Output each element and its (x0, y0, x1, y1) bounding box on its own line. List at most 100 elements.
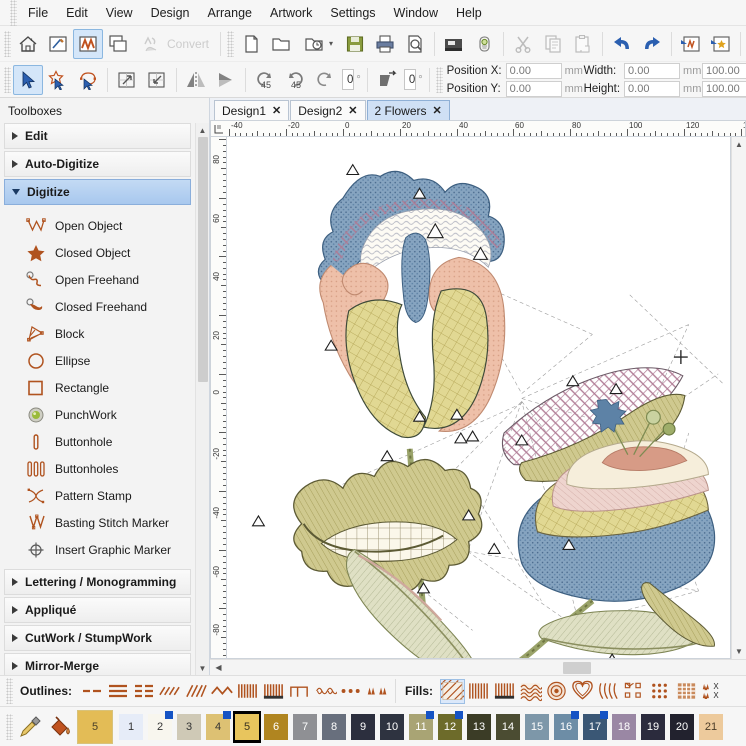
scale-up-icon[interactable] (112, 65, 142, 95)
palette-grip[interactable] (6, 714, 13, 740)
menu-item-file[interactable]: File (19, 2, 57, 24)
scale-down-icon[interactable] (142, 65, 172, 95)
spiral-fill-icon[interactable] (570, 679, 595, 704)
toolbox-section-lettering[interactable]: Lettering / Monogramming (4, 569, 191, 595)
canvas-vertical-scrollbar[interactable]: ▲ ▼ (731, 137, 746, 659)
tool-closed-freehand[interactable]: Closed Freehand (0, 293, 195, 320)
backstitch-icon[interactable] (157, 679, 182, 704)
menu-item-help[interactable]: Help (447, 2, 491, 24)
canvas-scroll-up-button[interactable]: ▲ (732, 137, 746, 152)
design-canvas[interactable] (227, 137, 731, 659)
new-file-icon[interactable] (236, 29, 266, 59)
docker-scroll-thumb[interactable] (198, 137, 208, 382)
motif-run-icon[interactable] (365, 679, 390, 704)
rotate-value-field[interactable]: 0 (342, 69, 354, 90)
raised-satin-icon[interactable] (261, 679, 286, 704)
tab-design1[interactable]: Design1 ✕ (214, 100, 289, 120)
candlewick-fill-icon[interactable]: X X (700, 679, 725, 704)
docker-scroll-up-button[interactable]: ▲ (196, 123, 210, 137)
select-object-icon[interactable] (13, 65, 43, 95)
canvas-hscroll-thumb[interactable] (563, 662, 591, 674)
skew-value-field[interactable]: 0 (404, 69, 416, 90)
toolbox-section-digitize[interactable]: Digitize (4, 179, 191, 205)
artwork-canvas-icon[interactable] (43, 29, 73, 59)
motif-fill-icon[interactable] (622, 679, 647, 704)
tatami-fill-icon[interactable] (440, 679, 465, 704)
satin-outline-icon[interactable] (235, 679, 260, 704)
color-swatch-16[interactable]: 16 (552, 711, 580, 743)
tool-basting-stitch-marker[interactable]: Basting Stitch Marker (0, 509, 195, 536)
close-icon[interactable]: ✕ (433, 104, 442, 117)
zigzag-icon[interactable] (209, 679, 234, 704)
insert-embroidery-icon[interactable] (676, 29, 706, 59)
toolbar-grip-2[interactable] (227, 31, 234, 57)
toolbar-grip-1[interactable] (4, 31, 11, 57)
toolbar-grip-4[interactable] (436, 67, 443, 93)
machine-icon[interactable] (439, 29, 469, 59)
color-swatch-9[interactable]: 9 (349, 711, 377, 743)
toolbox-section-cutwork[interactable]: CutWork / StumpWork (4, 625, 191, 651)
convert-icon[interactable]: Convert (133, 29, 216, 59)
docker-scrollbar[interactable]: ▲ ▼ (195, 123, 209, 675)
tool-open-object[interactable]: Open Object (0, 212, 195, 239)
home-icon[interactable] (13, 29, 43, 59)
open-recent-caret[interactable]: ▾ (329, 39, 333, 48)
print-preview-icon[interactable] (400, 29, 430, 59)
color-swatch-4[interactable]: 4 (204, 711, 232, 743)
candlewicking-icon[interactable] (313, 679, 338, 704)
color-swatch-21[interactable]: 21 (697, 711, 725, 743)
height-percent-field[interactable]: 100.00 (702, 81, 746, 97)
toolbox-section-auto-digitize[interactable]: Auto-Digitize (4, 151, 191, 177)
mirror-vertical-icon[interactable] (211, 65, 241, 95)
color-swatch-2[interactable]: 2 (146, 711, 174, 743)
color-swatch-3[interactable]: 3 (175, 711, 203, 743)
paint-bucket-icon[interactable] (45, 711, 75, 743)
vertical-ruler[interactable]: 806040200-20-40-60-80-100 (210, 137, 227, 659)
color-swatch-11[interactable]: 11 (407, 711, 435, 743)
raised-satin-fill-icon[interactable] (492, 679, 517, 704)
cross-stitch-fill-icon[interactable] (674, 679, 699, 704)
color-swatch-12[interactable]: 12 (436, 711, 464, 743)
color-swatch-20[interactable]: 20 (668, 711, 696, 743)
menu-item-arrange[interactable]: Arrange (199, 2, 261, 24)
docker-scroll-down-button[interactable]: ▼ (196, 661, 210, 675)
tool-block[interactable]: Block (0, 320, 195, 347)
triple-stitch-icon[interactable] (105, 679, 130, 704)
color-swatch-18[interactable]: 18 (610, 711, 638, 743)
single-stitch-icon[interactable] (79, 679, 104, 704)
stipple-fill-icon[interactable] (648, 679, 673, 704)
contour-fill-icon[interactable] (544, 679, 569, 704)
ripple-fill-icon[interactable] (518, 679, 543, 704)
color-swatch-13[interactable]: 13 (465, 711, 493, 743)
embroidery-canvas-icon[interactable] (73, 29, 103, 59)
menu-item-design[interactable]: Design (142, 2, 199, 24)
tool-pattern-stamp[interactable]: Pattern Stamp (0, 482, 195, 509)
horizontal-ruler[interactable]: -40-2002040608010012014 (227, 120, 746, 137)
position-x-field[interactable]: 0.00 (506, 63, 562, 79)
toolbox-section-mirror-merge[interactable]: Mirror-Merge (4, 653, 191, 675)
open-folder-icon[interactable] (266, 29, 296, 59)
tool-closed-object[interactable]: Closed Object (0, 239, 195, 266)
canvas-scroll-left-button[interactable]: ◀ (210, 659, 227, 675)
mirror-horizontal-icon[interactable] (181, 65, 211, 95)
color-swatch-8[interactable]: 8 (320, 711, 348, 743)
rotate-right-45-icon[interactable]: 45 (280, 65, 310, 95)
tool-ellipse[interactable]: Ellipse (0, 347, 195, 374)
tool-buttonhole[interactable]: Buttonhole (0, 428, 195, 455)
skew-icon[interactable] (372, 65, 402, 95)
close-icon[interactable]: ✕ (348, 104, 357, 117)
menu-item-settings[interactable]: Settings (321, 2, 384, 24)
open-recent-icon[interactable]: ▾ (296, 29, 340, 59)
color-swatch-14[interactable]: 14 (494, 711, 522, 743)
toolbox-section-applique[interactable]: Appliqué (4, 597, 191, 623)
copy-icon[interactable] (538, 29, 568, 59)
tool-buttonholes[interactable]: Buttonholes (0, 455, 195, 482)
menu-item-artwork[interactable]: Artwork (261, 2, 321, 24)
color-swatch-15[interactable]: 15 (523, 711, 551, 743)
color-swatch-19[interactable]: 19 (639, 711, 667, 743)
pattern-run-icon[interactable] (339, 679, 364, 704)
width-percent-field[interactable]: 100.00 (702, 63, 746, 79)
multiple-canvas-icon[interactable] (103, 29, 133, 59)
height-field[interactable]: 0.00 (624, 81, 680, 97)
canvas-horizontal-scrollbar[interactable] (227, 659, 731, 675)
